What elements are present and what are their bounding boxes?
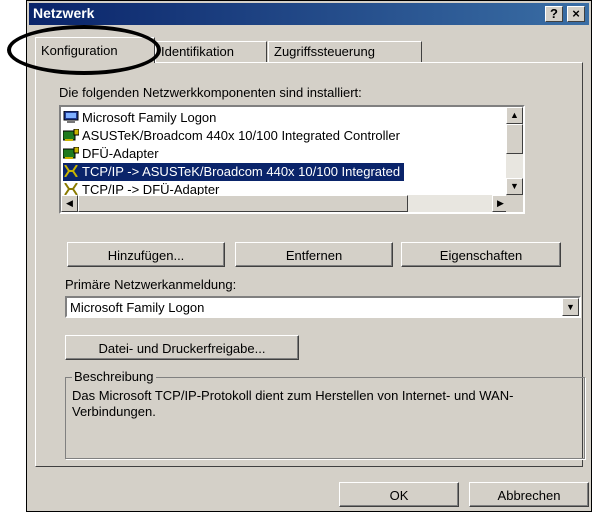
- arrow-up-icon: ▲: [510, 110, 519, 120]
- description-group: Beschreibung Das Microsoft TCP/IP-Protok…: [65, 369, 585, 459]
- list-item[interactable]: DFÜ-Adapter: [62, 145, 163, 163]
- vertical-scroll-thumb[interactable]: [506, 124, 523, 154]
- tab-identifikation[interactable]: Identifikation: [155, 41, 267, 62]
- list-item-selected[interactable]: TCP/IP -> ASUSTeK/Broadcom 440x 10/100 I…: [61, 162, 406, 182]
- scroll-up-button[interactable]: ▲: [506, 107, 523, 124]
- components-heading: Die folgenden Netzwerkkomponenten sind i…: [59, 85, 362, 100]
- ok-button[interactable]: OK: [339, 482, 459, 507]
- horizontal-scroll-thumb[interactable]: [78, 195, 408, 212]
- list-item[interactable]: ASUSTeK/Broadcom 440x 10/100 Integrated …: [62, 127, 404, 145]
- chevron-down-icon: ▼: [566, 302, 575, 312]
- remove-button[interactable]: Entfernen: [235, 242, 393, 267]
- network-card-icon: [62, 146, 80, 159]
- tab-zugriffssteuerung[interactable]: Zugriffssteuerung: [268, 41, 422, 62]
- list-item-label: Microsoft Family Logon: [82, 110, 217, 125]
- highlight-circle-annotation: [7, 25, 161, 75]
- list-item[interactable]: Microsoft Family Logon: [63, 109, 220, 127]
- list-item-label: ASUSTeK/Broadcom 440x 10/100 Integrated …: [82, 128, 400, 143]
- network-dialog: Netzwerk ? × Konfiguration Identifikatio…: [26, 0, 592, 512]
- help-button[interactable]: ?: [545, 6, 563, 22]
- close-icon: ×: [572, 6, 580, 21]
- computer-icon: [63, 110, 79, 123]
- description-legend: Beschreibung: [72, 369, 156, 384]
- primary-logon-value: Microsoft Family Logon: [70, 300, 205, 315]
- scrollbar-corner: [506, 195, 523, 212]
- close-button[interactable]: ×: [567, 6, 585, 22]
- primary-logon-select[interactable]: Microsoft Family Logon ▼: [65, 296, 581, 318]
- scroll-down-button[interactable]: ▼: [506, 178, 523, 195]
- file-print-sharing-button[interactable]: Datei- und Druckerfreigabe...: [65, 335, 299, 360]
- arrow-right-icon: ▶: [497, 198, 504, 208]
- network-card-icon: [62, 128, 80, 141]
- arrow-down-icon: ▼: [510, 181, 519, 191]
- scroll-left-button[interactable]: ◀: [61, 195, 78, 212]
- list-item-label: TCP/IP -> ASUSTeK/Broadcom 440x 10/100 I…: [82, 164, 401, 179]
- vertical-scrollbar[interactable]: ▲ ▼: [506, 107, 523, 195]
- help-icon: ?: [550, 6, 558, 21]
- protocol-icon: [63, 164, 79, 178]
- protocol-icon: [63, 182, 79, 196]
- properties-button[interactable]: Eigenschaften: [401, 242, 561, 267]
- title-bar[interactable]: Netzwerk ? ×: [29, 3, 589, 25]
- add-button[interactable]: Hinzufügen...: [67, 242, 225, 267]
- dropdown-button[interactable]: ▼: [562, 298, 579, 316]
- primary-logon-label: Primäre Netzwerkanmeldung:: [65, 277, 237, 292]
- window-title: Netzwerk: [33, 5, 95, 21]
- list-item-label: DFÜ-Adapter: [82, 146, 159, 161]
- components-listbox[interactable]: Microsoft Family Logon ASUSTeK/Broadcom …: [59, 105, 525, 214]
- cancel-button[interactable]: Abbrechen: [469, 482, 589, 507]
- horizontal-scrollbar[interactable]: ◀ ▶: [61, 195, 509, 212]
- description-text: Das Microsoft TCP/IP-Protokoll dient zum…: [72, 388, 514, 419]
- arrow-left-icon: ◀: [66, 198, 73, 208]
